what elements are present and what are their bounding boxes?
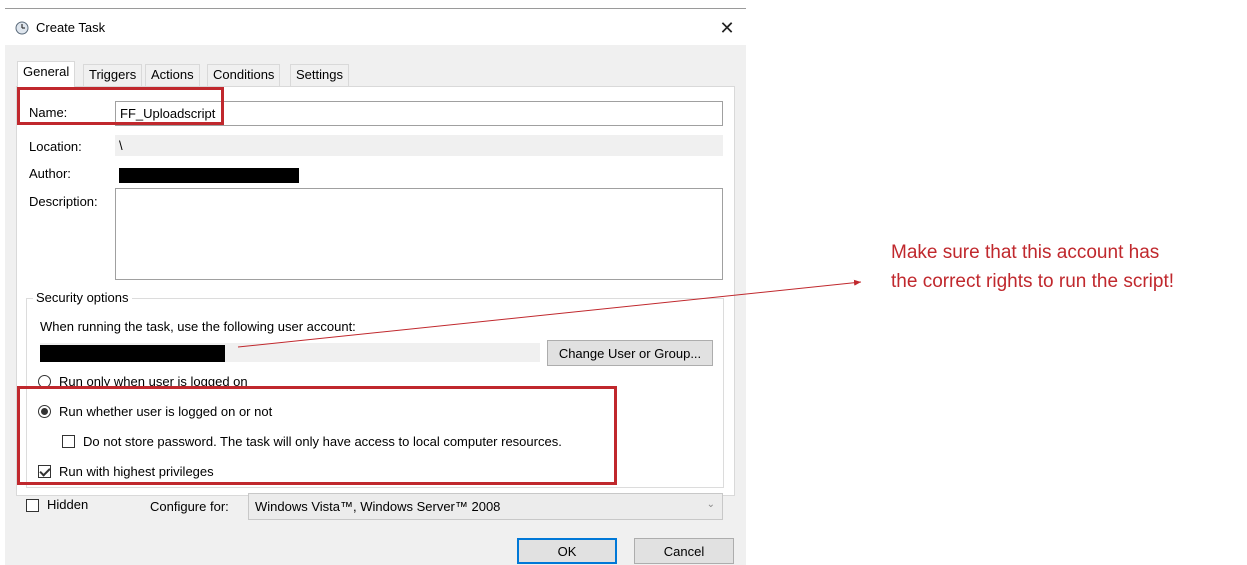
tab-general[interactable]: General: [17, 61, 76, 87]
annotation-text: Make sure that this account has the corr…: [891, 238, 1247, 296]
annotation-line-2: the correct rights to run the script!: [891, 271, 1175, 292]
annotation-line-1: Make sure that this account has: [891, 242, 1160, 263]
